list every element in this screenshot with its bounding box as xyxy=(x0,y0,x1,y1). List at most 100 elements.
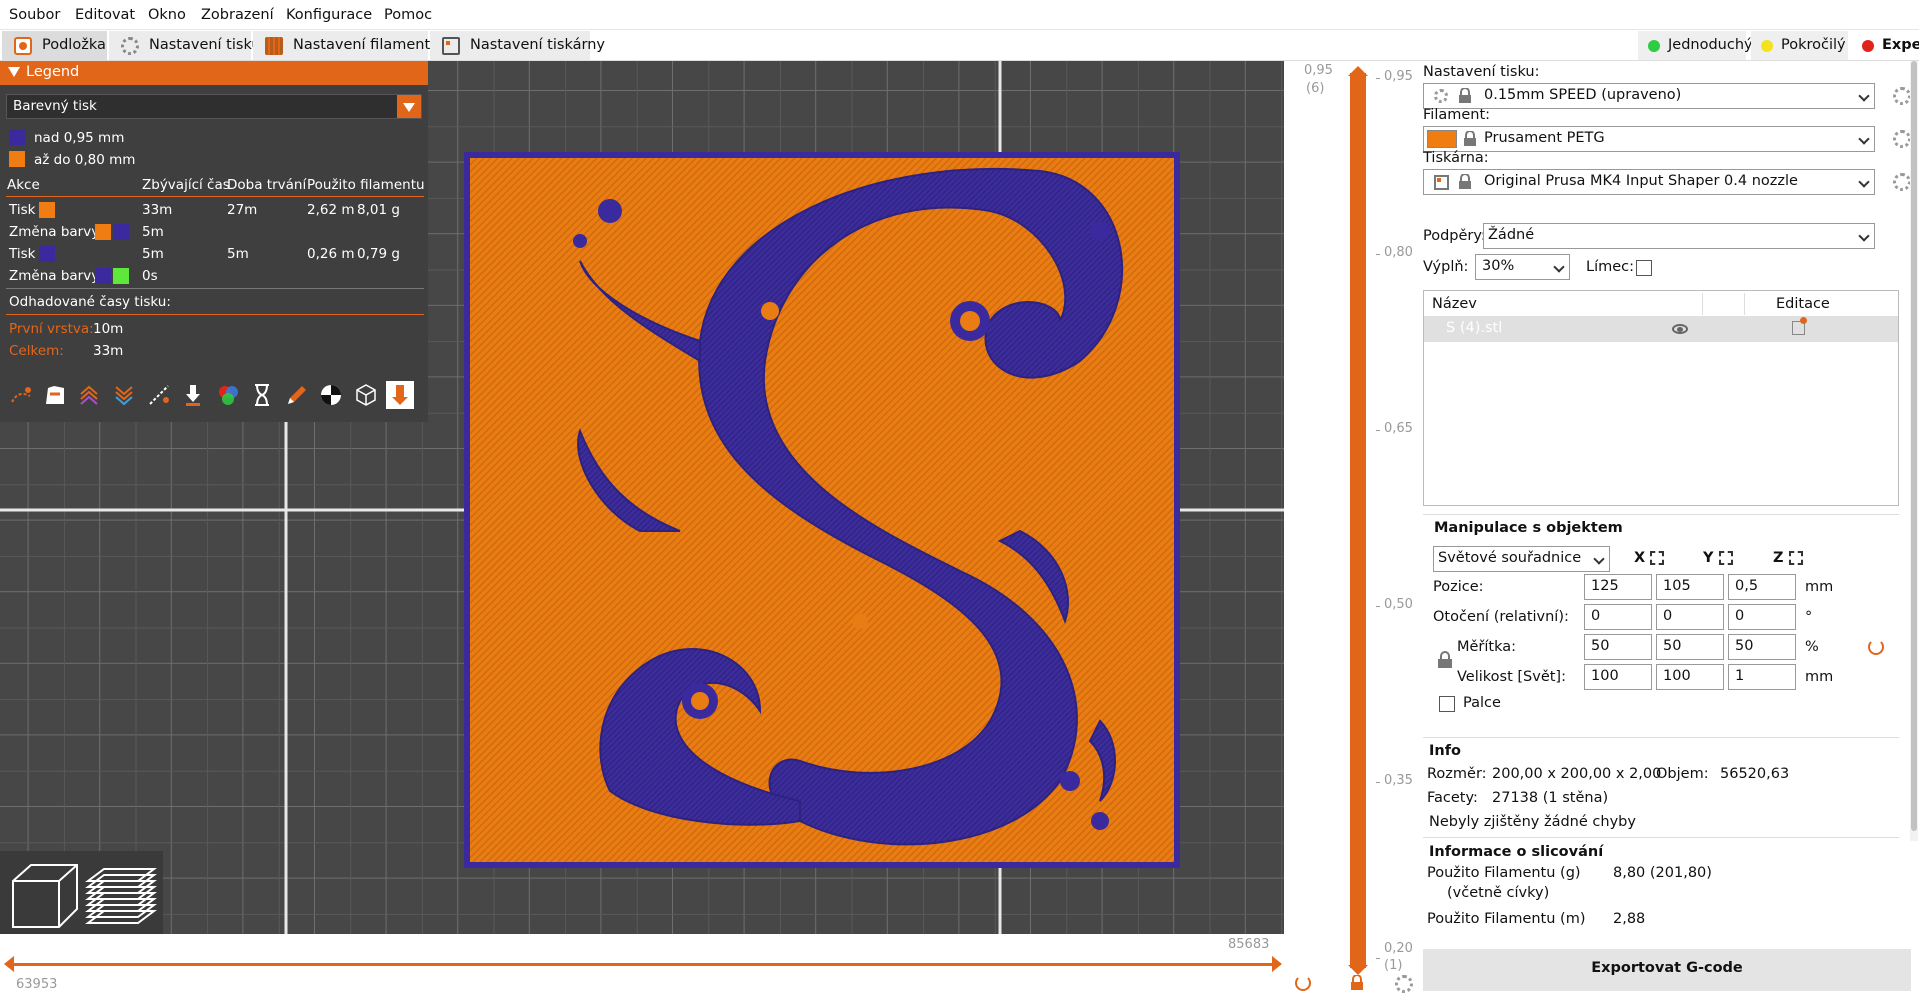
menu-soubor[interactable]: Soubor xyxy=(9,7,60,23)
row-color-swatch xyxy=(39,246,55,262)
horizontal-move-slider[interactable]: 85683 63953 xyxy=(0,934,1284,996)
scale-lock-icon[interactable] xyxy=(1437,651,1453,673)
printer-profile-value: Original Prusa MK4 Input Shaper 0.4 nozz… xyxy=(1484,173,1798,189)
rotation-y-input[interactable]: 0 xyxy=(1656,604,1724,630)
menu-editovat[interactable]: Editovat xyxy=(75,7,135,23)
layer-bottom-thumb-icon[interactable] xyxy=(1348,965,1368,975)
deretractions-icon[interactable] xyxy=(110,381,138,409)
mode-simple[interactable]: Jednoduchý xyxy=(1638,31,1753,60)
edit-object-icon[interactable] xyxy=(1792,317,1807,335)
legend-title: Legend xyxy=(26,64,80,80)
tab-printer-settings[interactable]: Nastavení tiskárny xyxy=(430,31,605,60)
mode-advanced[interactable]: Pokročilý xyxy=(1751,31,1848,60)
color-change-icon[interactable] xyxy=(214,381,242,409)
drop-to-axis-icon[interactable] xyxy=(1789,551,1803,565)
coord-system-combo[interactable]: Světové souřadnice xyxy=(1433,546,1610,572)
menu-pomoc[interactable]: Pomoc xyxy=(384,7,432,23)
travel-icon[interactable] xyxy=(7,381,35,409)
rotation-x-input[interactable]: 0 xyxy=(1584,604,1652,630)
brim-checkbox[interactable] xyxy=(1636,260,1652,276)
reset-scale-icon[interactable] xyxy=(1868,639,1884,655)
drop-to-axis-icon[interactable] xyxy=(1650,551,1664,565)
tick xyxy=(1376,254,1380,255)
range-label: nad 0,95 mm xyxy=(34,130,125,146)
chevron-down-icon xyxy=(1553,261,1565,273)
menu-zobrazeni[interactable]: Zobrazení xyxy=(201,7,274,23)
print-settings-label: Nastavení tisku: xyxy=(1423,64,1540,80)
mode-label: Pokročilý xyxy=(1781,37,1846,53)
seams-icon[interactable] xyxy=(145,381,173,409)
filament-profile-combo[interactable]: Prusament PETG xyxy=(1423,126,1875,152)
eye-icon[interactable] xyxy=(1672,324,1688,334)
tick-label: 0,50 xyxy=(1384,597,1413,612)
inches-checkbox[interactable] xyxy=(1439,696,1455,712)
menu-konfigurace[interactable]: Konfigurace xyxy=(286,7,372,23)
slider-right-thumb-icon[interactable] xyxy=(1272,956,1282,972)
retractions-icon[interactable] xyxy=(75,381,103,409)
settings-gear-icon[interactable] xyxy=(1395,975,1413,993)
size-y-input[interactable]: 100 xyxy=(1656,664,1724,690)
slider-left-thumb-icon[interactable] xyxy=(4,956,14,972)
rotation-z-input[interactable]: 0 xyxy=(1728,604,1796,630)
drop-to-axis-icon[interactable] xyxy=(1719,551,1733,565)
lock-icon[interactable] xyxy=(1349,974,1365,991)
printer-profile-combo[interactable]: Original Prusa MK4 Input Shaper 0.4 nozz… xyxy=(1423,169,1875,195)
view-type-combo[interactable]: Barevný tisk xyxy=(6,94,422,119)
size-z-input[interactable]: 1 xyxy=(1728,664,1796,690)
export-gcode-button[interactable]: Exportovat G-code xyxy=(1423,949,1911,991)
infill-combo[interactable]: 30% xyxy=(1475,254,1570,280)
3d-viewport[interactable]: Legend Barevný tisk nad 0,95 mm až do 0,… xyxy=(0,61,1284,934)
scale-z-input[interactable]: 50 xyxy=(1728,634,1796,660)
layer-slider-track[interactable] xyxy=(1350,73,1366,968)
layer-bottom-index: (1) xyxy=(1384,958,1403,973)
sidebar-scrollbar[interactable] xyxy=(1910,61,1918,841)
position-z-input[interactable]: 0,5 xyxy=(1728,574,1796,600)
menu-okno[interactable]: Okno xyxy=(148,7,186,23)
tab-print-settings[interactable]: Nastavení tisku xyxy=(109,31,261,60)
tool-change-icon[interactable] xyxy=(179,381,207,409)
edit-filament-profile-gear-icon[interactable] xyxy=(1893,130,1911,148)
list-item[interactable]: S (4).stl xyxy=(1424,316,1898,342)
object-list[interactable]: Název Editace S (4).stl xyxy=(1423,290,1899,506)
tool-marker-icon[interactable] xyxy=(386,381,414,409)
info-panel: Info Rozměr: 200,00 x 200,00 x 2,00 Obje… xyxy=(1423,737,1899,833)
layer-slider[interactable]: 0,95 (6) 0,95 0,80 0,65 0,50 0,35 0,20 (… xyxy=(1284,61,1419,996)
info-size-label: Rozměr: xyxy=(1427,766,1487,782)
pause-icon[interactable] xyxy=(248,381,276,409)
preview-layers-icon[interactable] xyxy=(84,857,158,931)
object-name: S (4).stl xyxy=(1446,320,1503,336)
center-of-gravity-icon[interactable] xyxy=(317,381,345,409)
tab-plater[interactable]: Podložka xyxy=(2,31,107,60)
scale-y-input[interactable]: 50 xyxy=(1656,634,1724,660)
position-x-input[interactable]: 125 xyxy=(1584,574,1652,600)
row-weight: 8,01 g xyxy=(357,202,400,218)
tab-filament-settings[interactable]: Nastavení filamentu xyxy=(253,31,439,60)
custom-gcode-icon[interactable] xyxy=(283,381,311,409)
print-profile-combo[interactable]: 0.15mm SPEED (upraveno) xyxy=(1423,83,1875,109)
edit-printer-profile-gear-icon[interactable] xyxy=(1893,173,1911,191)
mode-expert[interactable]: Expert xyxy=(1852,31,1919,60)
size-x-input[interactable]: 100 xyxy=(1584,664,1652,690)
shells-icon[interactable] xyxy=(352,381,380,409)
slider-track[interactable] xyxy=(8,963,1278,966)
range-color-swatch xyxy=(9,151,25,167)
first-layer-label: První vrstva: xyxy=(9,321,94,337)
lock-icon xyxy=(1458,173,1472,194)
3d-view-icon[interactable] xyxy=(7,857,81,931)
divider xyxy=(6,314,424,315)
inches-label: Palce xyxy=(1463,695,1501,711)
filament-color-swatch[interactable] xyxy=(1427,130,1457,148)
wipe-icon[interactable] xyxy=(41,381,69,409)
divider xyxy=(1702,293,1703,315)
legend-header[interactable]: Legend xyxy=(0,61,428,85)
layer-top-thumb-icon[interactable] xyxy=(1348,66,1368,76)
scale-x-input[interactable]: 50 xyxy=(1584,634,1652,660)
supports-combo[interactable]: Žádné xyxy=(1483,223,1875,249)
printer-icon xyxy=(1434,175,1449,190)
revert-icon[interactable] xyxy=(1295,975,1311,991)
position-y-input[interactable]: 105 xyxy=(1656,574,1724,600)
row-length: 2,62 m xyxy=(307,202,355,218)
edit-print-profile-gear-icon[interactable] xyxy=(1893,87,1911,105)
scrollbar-thumb[interactable] xyxy=(1911,61,1917,831)
input-value: 50 xyxy=(1663,638,1682,654)
